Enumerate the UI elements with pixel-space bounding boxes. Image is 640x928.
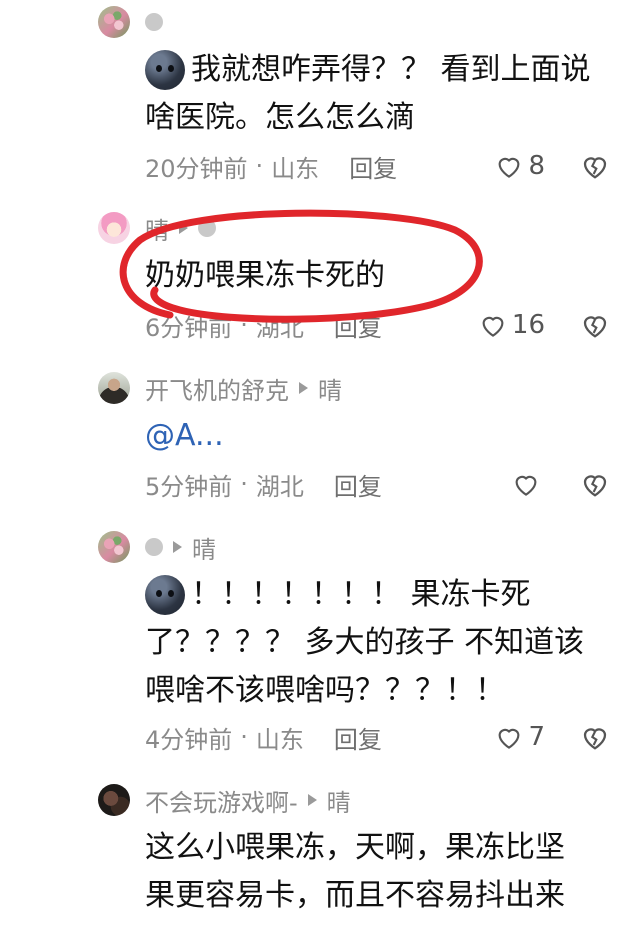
author-badge-dot — [145, 538, 163, 556]
comment-author[interactable]: 晴 — [145, 211, 169, 246]
like-count: 7 — [528, 722, 545, 752]
comment-text: 这么小喂果冻，天啊，果冻比坚 — [145, 830, 565, 865]
comment-text-line: ！！！！！！！ 果冻卡死 — [145, 569, 531, 621]
avatar[interactable] — [98, 784, 130, 816]
broken-heart-icon[interactable] — [579, 468, 611, 500]
broken-heart-icon[interactable] — [579, 309, 611, 341]
separator: · — [255, 152, 264, 180]
heart-outline-icon — [499, 728, 520, 749]
like-button[interactable]: 7 — [494, 717, 545, 757]
comment-author-row: 不会玩游戏啊- 晴 — [145, 783, 351, 818]
comment-text: 了？？？？ 多大的孩子 不知道该 — [145, 625, 585, 660]
author-badge-dot — [145, 13, 163, 31]
comment-author-row: 晴 — [145, 211, 216, 246]
broken-heart-icon[interactable] — [579, 150, 611, 182]
comment-footer: 4分钟前 · 山东 回复 7 — [145, 717, 615, 757]
comment-author-row: 开飞机的舒克 晴 — [145, 371, 342, 406]
dark-face-emoji-icon — [145, 575, 185, 615]
like-button[interactable]: 16 — [478, 305, 545, 345]
comment-text-line: 啥医院。怎么怎么滴 — [145, 92, 415, 144]
avatar[interactable] — [98, 212, 130, 244]
comment-author[interactable]: 不会玩游戏啊- — [145, 783, 298, 818]
comment-author[interactable]: 开飞机的舒克 — [145, 371, 289, 406]
avatar[interactable] — [98, 372, 130, 404]
comment-author-row — [145, 6, 163, 38]
mention-link[interactable]: @A... — [145, 410, 224, 462]
comment-time: 4分钟前 — [145, 725, 233, 754]
heart-outline-icon — [515, 475, 537, 496]
triangle-right-icon — [173, 541, 182, 553]
reply-button[interactable]: 回复 — [334, 467, 382, 502]
separator: · — [240, 470, 248, 498]
triangle-right-icon — [179, 222, 188, 234]
triangle-right-icon — [307, 794, 317, 806]
comment-author-row: 晴 — [145, 530, 216, 565]
avatar[interactable] — [98, 6, 130, 38]
separator: · — [240, 723, 248, 751]
like-button[interactable] — [511, 464, 545, 504]
comment-location: 山东 — [255, 725, 304, 754]
avatar[interactable] — [98, 531, 130, 563]
comment-footer: 5分钟前 · 湖北 回复 — [145, 464, 615, 504]
like-button[interactable]: 8 — [494, 146, 545, 186]
author-badge-dot — [198, 219, 216, 237]
comment-text: 奶奶喂果冻卡死的 — [145, 258, 385, 293]
comment-text-line: 果更容易卡，而且不容易抖出来 — [145, 870, 565, 922]
heart-outline-icon — [499, 157, 520, 178]
dark-face-emoji-icon — [145, 50, 185, 90]
comment-location: 湖北 — [255, 313, 304, 342]
comment-text: 喂啥不该喂啥吗？？？！！ — [145, 673, 505, 708]
comment-text-line: @A... — [145, 410, 224, 462]
comment-text: 我就想咋弄得？？ 看到上面说 — [191, 52, 591, 87]
triangle-right-icon — [299, 382, 308, 394]
comment-location: 湖北 — [255, 472, 304, 501]
comment-text: 果更容易卡，而且不容易抖出来 — [145, 878, 565, 913]
comment-text: ！！！！！！！ 果冻卡死 — [191, 577, 531, 612]
reply-button[interactable]: 回复 — [334, 720, 382, 755]
broken-heart-icon[interactable] — [579, 721, 611, 753]
comment-text: 啥医院。怎么怎么滴 — [145, 100, 415, 135]
like-count: 8 — [528, 151, 545, 181]
comment-time: 6分钟前 — [145, 313, 233, 342]
reply-to-author[interactable]: 晴 — [318, 371, 342, 406]
comment-text-line: 这么小喂果冻，天啊，果冻比坚 — [145, 822, 565, 874]
reply-button[interactable]: 回复 — [349, 149, 397, 184]
comment-time: 20分钟前 — [145, 154, 248, 183]
reply-button[interactable]: 回复 — [334, 308, 382, 343]
reply-to-author[interactable]: 晴 — [327, 783, 351, 818]
comment-text-line: 了？？？？ 多大的孩子 不知道该 — [145, 617, 584, 669]
like-count: 16 — [511, 310, 545, 340]
separator: · — [240, 311, 248, 339]
comment-time: 5分钟前 — [145, 472, 233, 501]
comment-text-line: 喂啥不该喂啥吗？？？！！ — [145, 665, 505, 717]
comment-text-line: 我就想咋弄得？？ 看到上面说 — [145, 44, 591, 96]
comment-footer: 6分钟前 · 湖北 回复 16 — [145, 305, 615, 345]
reply-to-author[interactable]: 晴 — [192, 530, 216, 565]
comment-footer: 20分钟前 · 山东 回复 8 — [145, 146, 615, 186]
comment-text-line: 奶奶喂果冻卡死的 — [145, 250, 385, 302]
heart-outline-icon — [482, 316, 504, 337]
comment-location: 山东 — [271, 154, 320, 183]
